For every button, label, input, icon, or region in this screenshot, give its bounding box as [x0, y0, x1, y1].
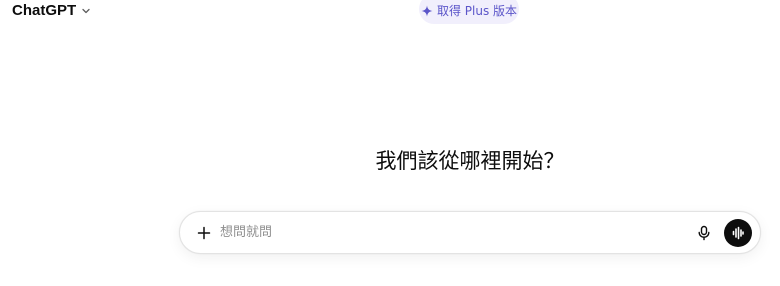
attach-button[interactable] — [192, 221, 216, 245]
dictate-button[interactable] — [692, 221, 716, 245]
upgrade-label: 取得 Plus 版本 — [436, 3, 518, 18]
voice-mode-button[interactable] — [724, 218, 752, 247]
sparkle-icon — [421, 5, 433, 17]
prompt-composer — [179, 211, 761, 254]
chevron-down-icon — [80, 5, 92, 17]
chat-page: ChatGPT 取得 Plus 版本 我們該從哪裡開始？ — [0, 0, 780, 286]
plus-icon — [197, 226, 211, 239]
model-switcher[interactable]: ChatGPT — [12, 2, 92, 20]
prompt-input[interactable] — [220, 217, 692, 248]
model-name: ChatGPT — [12, 2, 77, 19]
upgrade-plus-button[interactable]: 取得 Plus 版本 — [419, 0, 519, 24]
microphone-icon — [698, 225, 710, 240]
page-heading: 我們該從哪裡開始？ — [375, 149, 565, 173]
voice-waveform-icon — [732, 226, 744, 239]
